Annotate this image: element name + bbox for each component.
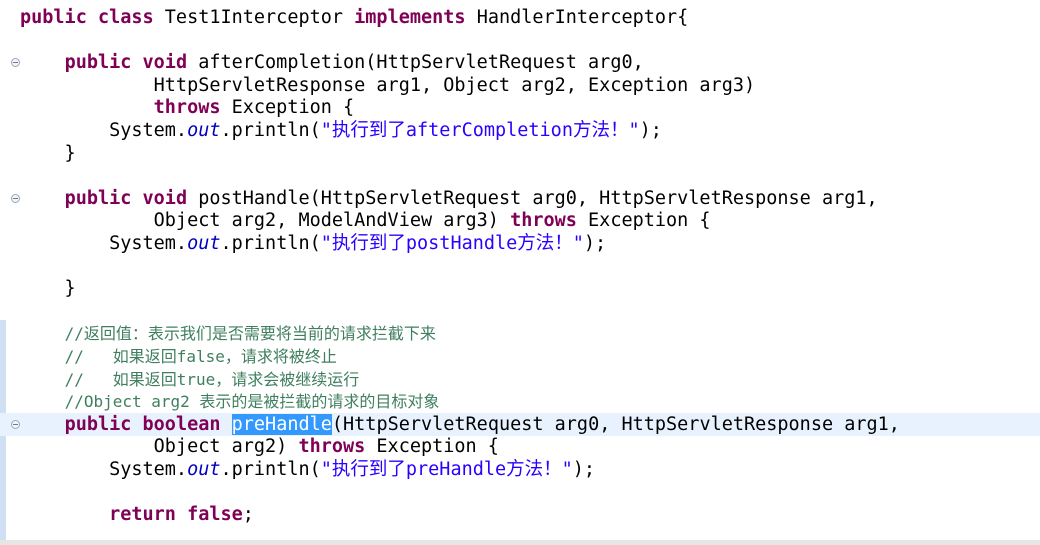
code-line[interactable]: }	[0, 277, 76, 300]
code-line[interactable]	[0, 300, 20, 323]
string-literal: "执行到了postHandle方法！"	[320, 233, 584, 254]
code-line[interactable]: Object arg2, ModelAndView arg3) throws E…	[0, 209, 711, 232]
code-text: System.	[20, 459, 188, 480]
code-line[interactable]	[0, 481, 20, 504]
code-text: Exception {	[376, 436, 499, 458]
code-line[interactable]: //Object arg2 表示的是被拦截的请求的目标对象	[0, 390, 440, 413]
keyword-token: public void	[64, 52, 199, 74]
code-text: ;	[242, 504, 254, 526]
code-text: HttpServletResponse arg1, Object arg2, E…	[20, 74, 756, 96]
collapse-fold-icon[interactable]	[11, 419, 20, 429]
code-text: }	[20, 142, 76, 164]
code-text: Exception {	[231, 97, 355, 119]
code-text: (HttpServletRequest arg0, HttpServletRes…	[331, 413, 900, 435]
code-line[interactable]	[0, 255, 20, 278]
code-text: System.	[20, 233, 188, 254]
keyword-token: throws	[510, 210, 589, 232]
code-text: postHandle(HttpServletRequest arg0, Http…	[198, 187, 878, 209]
code-line[interactable]: public boolean preHandle(HttpServletRequ…	[0, 412, 1040, 436]
code-line[interactable]: System.out.println("执行到了afterCompletion方…	[0, 119, 662, 142]
string-literal: "执行到了preHandle方法！"	[320, 459, 573, 480]
static-field-token: out	[187, 233, 221, 254]
code-text: );	[639, 120, 662, 141]
code-line[interactable]: HttpServletResponse arg1, Object arg2, E…	[0, 74, 755, 97]
code-text: );	[572, 459, 596, 480]
code-text: Test1Interceptor	[164, 7, 355, 28]
collapse-fold-icon[interactable]	[11, 193, 20, 203]
code-editor[interactable]: public class Test1Interceptor implements…	[0, 0, 1040, 545]
code-text: afterCompletion(HttpServletRequest arg0,	[198, 52, 644, 74]
code-text: Exception {	[588, 210, 711, 232]
code-line[interactable]: return false;	[0, 503, 254, 526]
code-line[interactable]: }	[0, 142, 76, 165]
code-text: System.	[20, 120, 188, 141]
keyword-token: public class	[20, 7, 165, 28]
comment-text: //返回值：表示我们是否需要将当前的请求拦截下来	[64, 324, 436, 344]
code-line[interactable]: throws Exception {	[0, 96, 355, 119]
comment-text: // 如果返回false，请求将被终止	[64, 347, 337, 366]
code-line[interactable]	[0, 164, 20, 187]
code-line[interactable]: System.out.println("执行到了preHandle方法！");	[0, 458, 595, 481]
code-line[interactable]: public void postHandle(HttpServletReques…	[0, 187, 878, 210]
string-literal: "执行到了afterCompletion方法！"	[320, 120, 640, 141]
comment-text: // 如果返回true，请求会被继续运行	[64, 369, 360, 389]
code-line[interactable]: public class Test1Interceptor implements…	[0, 6, 688, 29]
code-text: }	[20, 278, 76, 300]
code-text: .println(	[220, 459, 321, 480]
keyword-token: return false	[109, 504, 243, 526]
keyword-token: implements	[354, 7, 477, 28]
code-text: HandlerInterceptor{	[476, 7, 689, 28]
selected-identifier: preHandle	[231, 413, 332, 435]
code-text: Object arg2)	[20, 436, 299, 458]
code-text: Object arg2, ModelAndView arg3)	[20, 210, 511, 232]
comment-text: //Object arg2 表示的是被拦截的请求的目标对象	[64, 392, 440, 412]
code-line[interactable]: public void afterCompletion(HttpServletR…	[0, 51, 644, 74]
horizontal-scrollbar[interactable]	[0, 540, 1040, 545]
code-line[interactable]: //返回值：表示我们是否需要将当前的请求拦截下来	[0, 322, 436, 345]
keyword-token: throws	[153, 97, 232, 119]
code-text: );	[583, 233, 607, 254]
code-line[interactable]: System.out.println("执行到了postHandle方法！");	[0, 232, 606, 255]
keyword-token: throws	[298, 436, 377, 458]
code-text: .println(	[220, 233, 321, 254]
static-field-token: out	[187, 459, 221, 480]
code-line[interactable]: // 如果返回false，请求将被终止	[0, 345, 337, 368]
keyword-token: public void	[64, 187, 199, 209]
static-field-token: out	[187, 120, 221, 141]
keyword-token: public boolean	[64, 413, 232, 435]
code-line[interactable]: Object arg2) throws Exception {	[0, 435, 499, 458]
code-line[interactable]: // 如果返回true，请求会被继续运行	[0, 368, 360, 391]
code-line[interactable]	[0, 29, 20, 52]
code-text: .println(	[220, 120, 321, 141]
